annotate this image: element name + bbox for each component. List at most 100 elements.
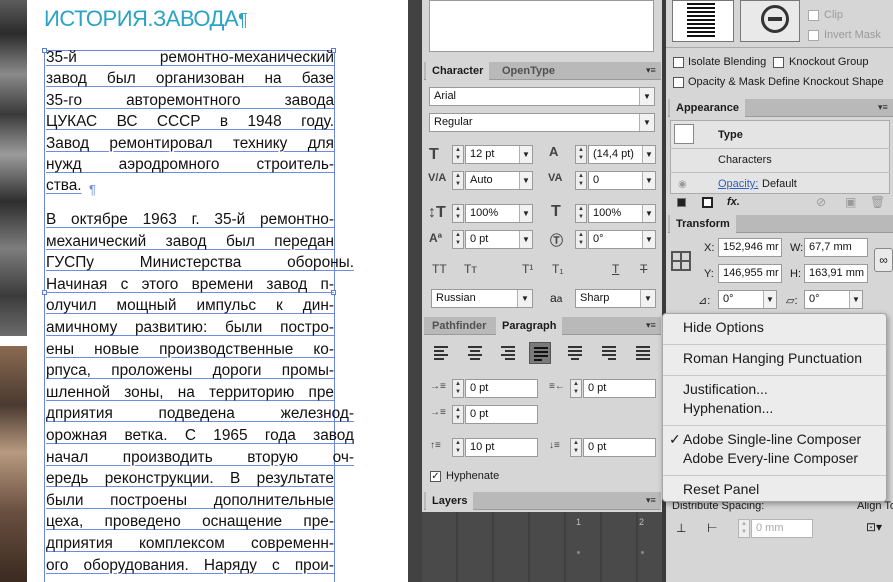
menu-item-justification[interactable]: Justification... bbox=[683, 381, 768, 397]
skew-stepper[interactable]: ▲ ▼ bbox=[575, 230, 587, 249]
rotate-field[interactable]: 0° ▼ bbox=[718, 290, 777, 309]
shear-field[interactable]: 0° ▼ bbox=[804, 290, 863, 309]
menu-item-roman-hanging-punctuation[interactable]: Roman Hanging Punctuation bbox=[683, 350, 862, 366]
hscale-stepper[interactable]: ▲ ▼ bbox=[575, 204, 587, 223]
tracking-stepper[interactable]: ▲ ▼ bbox=[575, 171, 587, 190]
justify-left-button[interactable] bbox=[529, 342, 551, 364]
underline-button[interactable]: T bbox=[612, 262, 619, 276]
space-after-field[interactable]: 0 pt bbox=[583, 438, 656, 457]
first-indent-field[interactable]: 0 pt bbox=[465, 405, 538, 424]
h-field[interactable]: 163,91 mm bbox=[804, 264, 868, 283]
right-indent-field[interactable]: 0 pt bbox=[583, 379, 656, 398]
x-field[interactable]: 152,946 mr bbox=[718, 238, 782, 257]
kerning-stepper[interactable]: ▲ ▼ bbox=[452, 171, 464, 190]
horizontal-scale-field[interactable]: 100% ▼ bbox=[588, 204, 656, 223]
appearance-characters-row[interactable]: Characters bbox=[718, 154, 772, 166]
menu-item-hyphenation[interactable]: Hyphenation... bbox=[683, 400, 773, 416]
baseline-field[interactable]: 0 pt ▼ bbox=[465, 230, 533, 249]
align-right-button[interactable] bbox=[497, 342, 519, 364]
tab-character[interactable]: Character bbox=[426, 62, 490, 80]
menu-separator bbox=[663, 425, 886, 426]
superscript-button[interactable]: T¹ bbox=[522, 262, 533, 276]
layers-list[interactable] bbox=[422, 512, 662, 582]
leading-field[interactable]: (14,4 pt) ▼ bbox=[588, 145, 656, 164]
text-line: Начиная с этого времени завод п- bbox=[46, 275, 334, 293]
document-canvas[interactable]: ИСТОРИЯ.ЗАВОДА¶ 35-й ремонтно-механическ… bbox=[0, 0, 408, 582]
space-after-stepper[interactable]: ▲ ▼ bbox=[570, 438, 582, 457]
align-left-button[interactable] bbox=[430, 342, 452, 364]
menu-item-reset-panel[interactable]: Reset Panel bbox=[683, 481, 759, 497]
constrain-link-icon[interactable]: ∞ bbox=[874, 248, 893, 272]
new-fill-icon[interactable] bbox=[702, 197, 713, 208]
clip-checkbox[interactable] bbox=[808, 10, 819, 21]
space-before-stepper[interactable]: ▲ ▼ bbox=[452, 438, 464, 457]
opacity-link[interactable]: Opacity: bbox=[718, 178, 758, 190]
spacing-field[interactable]: 0 mm bbox=[751, 519, 813, 538]
subscript-button[interactable]: T₁ bbox=[552, 262, 563, 276]
justify-right-button[interactable] bbox=[598, 342, 620, 364]
antialias-select[interactable]: Sharp ▼ bbox=[575, 289, 656, 308]
y-field[interactable]: 146,955 mr bbox=[718, 264, 782, 283]
small-caps-button[interactable]: Tт bbox=[464, 262, 477, 276]
eye-icon[interactable]: ◉ bbox=[678, 179, 687, 190]
menu-item-every-line-composer[interactable]: Adobe Every-line Composer bbox=[683, 450, 858, 466]
invert-mask-label: Invert Mask bbox=[824, 29, 881, 41]
left-indent-field[interactable]: 0 pt bbox=[465, 379, 538, 398]
menu-item-hide-options[interactable]: Hide Options bbox=[683, 319, 764, 335]
tab-layers[interactable]: Layers bbox=[426, 492, 474, 510]
baseline-stepper[interactable]: ▲ ▼ bbox=[452, 230, 464, 249]
vscale-stepper[interactable]: ▲ ▼ bbox=[452, 204, 464, 223]
new-stroke-icon[interactable] bbox=[677, 198, 686, 207]
clear-appearance-icon[interactable]: ⊘ bbox=[816, 195, 826, 209]
font-size-field[interactable]: 12 pt ▼ bbox=[465, 145, 533, 164]
hyphenate-checkbox[interactable]: ✓ bbox=[430, 471, 441, 482]
kerning-field[interactable]: Auto ▼ bbox=[465, 171, 533, 190]
tab-pathfinder[interactable]: Pathfinder bbox=[426, 317, 492, 335]
distribute-vertical-space-icon[interactable]: ⊥ bbox=[676, 521, 686, 535]
leading-stepper[interactable]: ▲ ▼ bbox=[575, 145, 587, 164]
duplicate-item-icon[interactable]: ▣ bbox=[845, 195, 856, 209]
align-center-button[interactable] bbox=[464, 342, 486, 364]
tab-paragraph[interactable]: Paragraph bbox=[496, 317, 563, 335]
vertical-scale-field[interactable]: 100% ▼ bbox=[465, 204, 533, 223]
panel-menu-icon[interactable]: ▾≡ bbox=[878, 102, 888, 113]
distribute-horizontal-space-icon[interactable]: ⊢ bbox=[707, 521, 717, 535]
panel-menu-icon[interactable]: ▾≡ bbox=[646, 65, 656, 76]
strikethrough-button[interactable]: T bbox=[640, 262, 647, 276]
font-style-select[interactable]: Regular ▼ bbox=[429, 113, 655, 132]
object-thumbnail bbox=[672, 0, 734, 42]
first-indent-stepper[interactable]: ▲ ▼ bbox=[452, 405, 464, 424]
opacity-mask-checkbox[interactable] bbox=[673, 77, 684, 88]
menu-item-single-line-composer[interactable]: Adobe Single-line Composer bbox=[683, 431, 861, 447]
font-family-select[interactable]: Arial ▼ bbox=[429, 87, 655, 106]
reference-point-icon[interactable] bbox=[671, 251, 691, 271]
clip-label: Clip bbox=[824, 9, 843, 21]
align-to-selection-icon[interactable]: ⊡▾ bbox=[866, 520, 882, 534]
justify-all-button[interactable] bbox=[632, 342, 654, 364]
skew-field[interactable]: 0° ▼ bbox=[588, 230, 656, 249]
spacing-stepper[interactable]: ▲ ▼ bbox=[738, 519, 750, 538]
invert-mask-checkbox[interactable] bbox=[808, 30, 819, 41]
all-caps-button[interactable]: TT bbox=[432, 262, 447, 276]
language-select[interactable]: Russian ▼ bbox=[431, 289, 533, 308]
panel-menu-icon[interactable]: ▾≡ bbox=[646, 495, 656, 506]
isolate-blending-checkbox[interactable] bbox=[673, 57, 684, 68]
tab-opentype[interactable]: OpenType bbox=[496, 62, 561, 80]
size-stepper[interactable]: ▲ ▼ bbox=[452, 145, 464, 164]
space-before-field[interactable]: 10 pt bbox=[465, 438, 538, 457]
text-line: дприятия комплексом современн- bbox=[46, 535, 334, 552]
mask-thumbnail[interactable] bbox=[740, 0, 800, 42]
tab-appearance[interactable]: Appearance bbox=[670, 99, 745, 117]
document-heading[interactable]: ИСТОРИЯ.ЗАВОДА¶ bbox=[44, 6, 248, 32]
trash-icon[interactable]: 🗑 bbox=[870, 195, 885, 209]
panel-menu-icon[interactable]: ▾≡ bbox=[646, 320, 656, 331]
w-field[interactable]: 67,7 mm bbox=[804, 238, 868, 257]
justify-center-button[interactable] bbox=[564, 342, 586, 364]
knockout-group-checkbox[interactable] bbox=[773, 57, 784, 68]
left-indent-stepper[interactable]: ▲ ▼ bbox=[452, 379, 464, 398]
tracking-field[interactable]: 0 ▼ bbox=[588, 171, 656, 190]
baseline-shift-icon: Aª bbox=[429, 231, 443, 245]
fx-button[interactable]: fx. bbox=[727, 196, 740, 208]
right-indent-stepper[interactable]: ▲ ▼ bbox=[570, 379, 582, 398]
tab-transform[interactable]: Transform bbox=[670, 215, 736, 233]
